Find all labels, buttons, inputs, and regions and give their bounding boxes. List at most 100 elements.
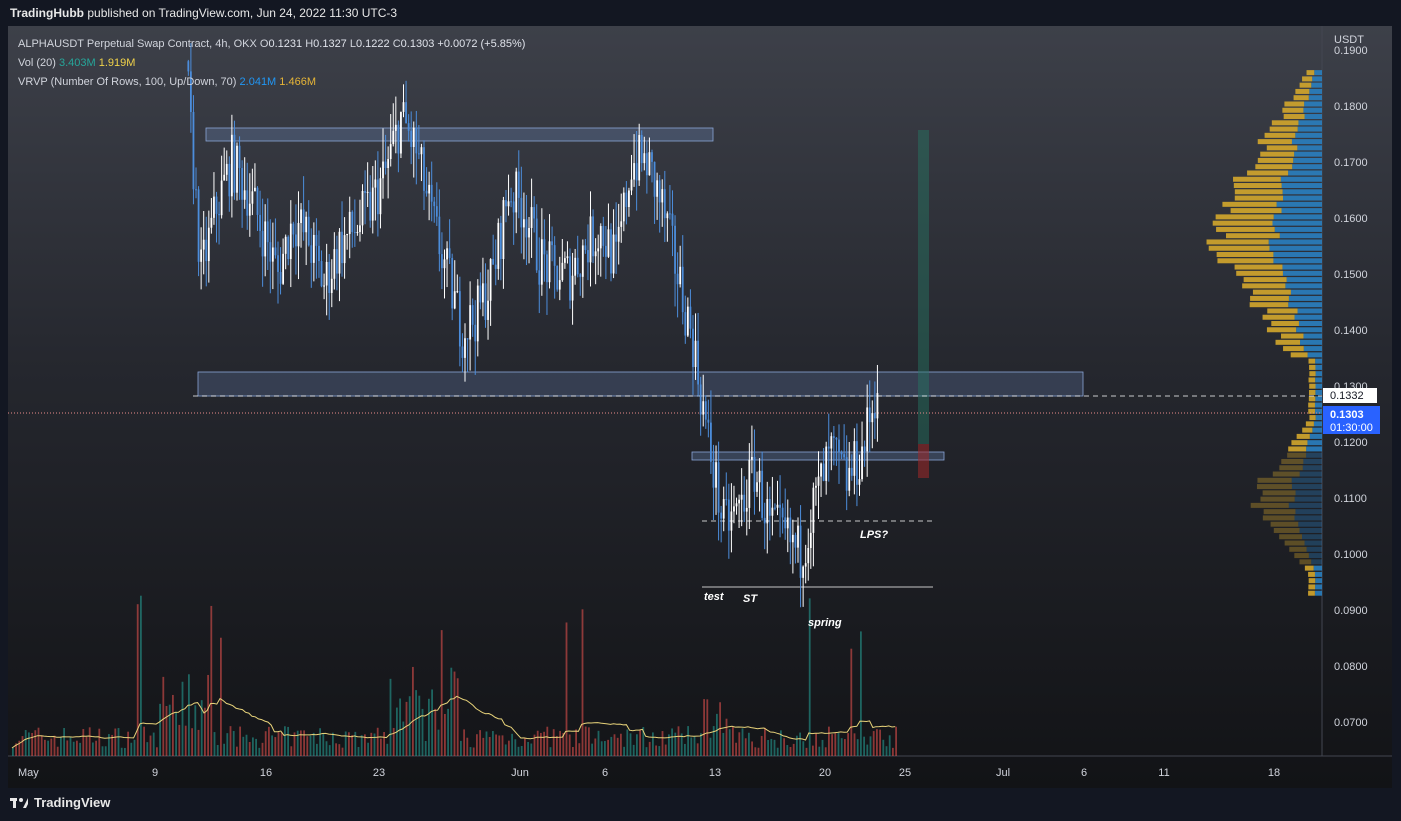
vrvp-label[interactable]: VRVP (Number Of Rows, 100, Up/Down, 70) xyxy=(18,76,236,88)
volume-bar xyxy=(284,726,286,756)
volume-bar xyxy=(226,733,229,756)
candle-body xyxy=(743,494,746,512)
candle-body xyxy=(236,145,238,193)
volume-bar xyxy=(648,741,651,756)
candle-body xyxy=(797,525,799,548)
candle-body xyxy=(674,225,676,274)
volume-bar xyxy=(162,676,165,756)
candle-body xyxy=(423,147,425,191)
candle-body xyxy=(671,213,674,226)
volume-bar xyxy=(220,637,222,756)
x-tick-label: 18 xyxy=(1268,767,1280,779)
annotation-label: test xyxy=(704,591,725,603)
tradingview-brand[interactable]: TradingView xyxy=(34,795,110,810)
candle-body xyxy=(487,300,489,320)
volume-bar xyxy=(344,731,347,756)
x-tick-label: 25 xyxy=(899,767,911,779)
candle-body xyxy=(804,563,807,567)
candle-body xyxy=(873,413,876,419)
volume-bar xyxy=(860,631,862,756)
candle-body xyxy=(195,189,197,191)
volume-bar xyxy=(616,737,619,756)
volume-bar xyxy=(328,745,331,756)
candle-body xyxy=(571,275,574,301)
volume-bar xyxy=(437,729,440,756)
volume-bar xyxy=(34,730,37,756)
candle-body xyxy=(510,201,512,203)
price-chart[interactable]: USDT0.19000.18000.17000.16000.15000.1400… xyxy=(8,26,1392,788)
volume-bar xyxy=(703,699,705,756)
volume-bar xyxy=(632,744,635,756)
vp-row-up xyxy=(1279,233,1322,239)
vp-row-down xyxy=(1222,201,1277,207)
volume-bar xyxy=(546,726,549,756)
volume-bar xyxy=(66,740,69,756)
vp-row-up xyxy=(1272,220,1322,226)
candle-body xyxy=(389,144,392,160)
volume-bar xyxy=(245,734,248,756)
candle-body xyxy=(464,338,466,358)
candle-body xyxy=(507,201,510,207)
volume-bar xyxy=(133,739,136,756)
candle-body xyxy=(812,487,815,533)
candle-body xyxy=(279,271,282,284)
vp-row-down xyxy=(1271,120,1299,126)
candle-body xyxy=(430,184,433,202)
candle-body xyxy=(848,467,851,491)
volume-bar xyxy=(40,735,43,756)
candle-body xyxy=(310,245,313,263)
candle-body xyxy=(781,507,784,518)
volume-bar xyxy=(223,743,225,756)
candle-body xyxy=(533,207,536,219)
countdown-text: 01:30:00 xyxy=(1330,422,1373,434)
volume-bar xyxy=(306,736,309,756)
volume-bar xyxy=(168,704,171,756)
vp-row-down xyxy=(1308,571,1315,577)
candle-body xyxy=(630,179,633,191)
candle-body xyxy=(474,324,477,342)
volume-bar xyxy=(95,740,97,756)
volume-bar xyxy=(360,735,363,756)
annotation-label: LPS? xyxy=(860,529,888,541)
candle-body xyxy=(861,446,863,480)
vp-row-down xyxy=(1279,465,1303,471)
volume-bar xyxy=(754,747,757,756)
volume-bar xyxy=(552,729,555,756)
volume-bar xyxy=(757,747,760,756)
y-tick-label: 0.1100 xyxy=(1334,493,1367,505)
vp-row-down xyxy=(1308,377,1316,383)
volume-bar xyxy=(399,698,401,756)
candle-body xyxy=(415,127,418,154)
volume-label[interactable]: Vol (20) xyxy=(18,57,56,69)
candle-body xyxy=(750,456,753,460)
publish-header: TradingHubb published on TradingView.com… xyxy=(10,6,397,20)
author-name[interactable]: TradingHubb xyxy=(10,6,84,20)
volume-bar xyxy=(104,746,107,756)
volume-bar xyxy=(850,648,853,756)
candle-body xyxy=(761,470,764,518)
volume-bar xyxy=(578,743,581,756)
candle-body xyxy=(412,127,415,147)
candle-body xyxy=(502,200,505,260)
volume-bar xyxy=(181,681,184,756)
volume-bar xyxy=(434,708,437,756)
vp-row-up xyxy=(1273,258,1322,264)
ohlc-close-label: C xyxy=(392,38,401,50)
volume-bar xyxy=(744,738,747,756)
candle-body xyxy=(241,168,244,200)
volume-bar xyxy=(402,721,405,756)
vp-row-down xyxy=(1267,308,1298,314)
vp-row-down xyxy=(1272,471,1300,477)
vp-row-down xyxy=(1284,540,1305,546)
candle-body xyxy=(548,241,551,283)
volume-bar xyxy=(524,737,526,756)
volume-bar xyxy=(383,732,385,756)
vp-row-down xyxy=(1271,321,1299,327)
volume-bar xyxy=(79,742,81,756)
volume-bar xyxy=(69,736,72,756)
vp-row-up xyxy=(1306,546,1322,552)
symbol-title[interactable]: ALPHAUSDT Perpetual Swap Contract, 4h, O… xyxy=(18,38,257,50)
vp-row-down xyxy=(1309,364,1316,370)
candle-body xyxy=(271,247,274,262)
ohlc-close: 0.1303 xyxy=(400,38,435,50)
